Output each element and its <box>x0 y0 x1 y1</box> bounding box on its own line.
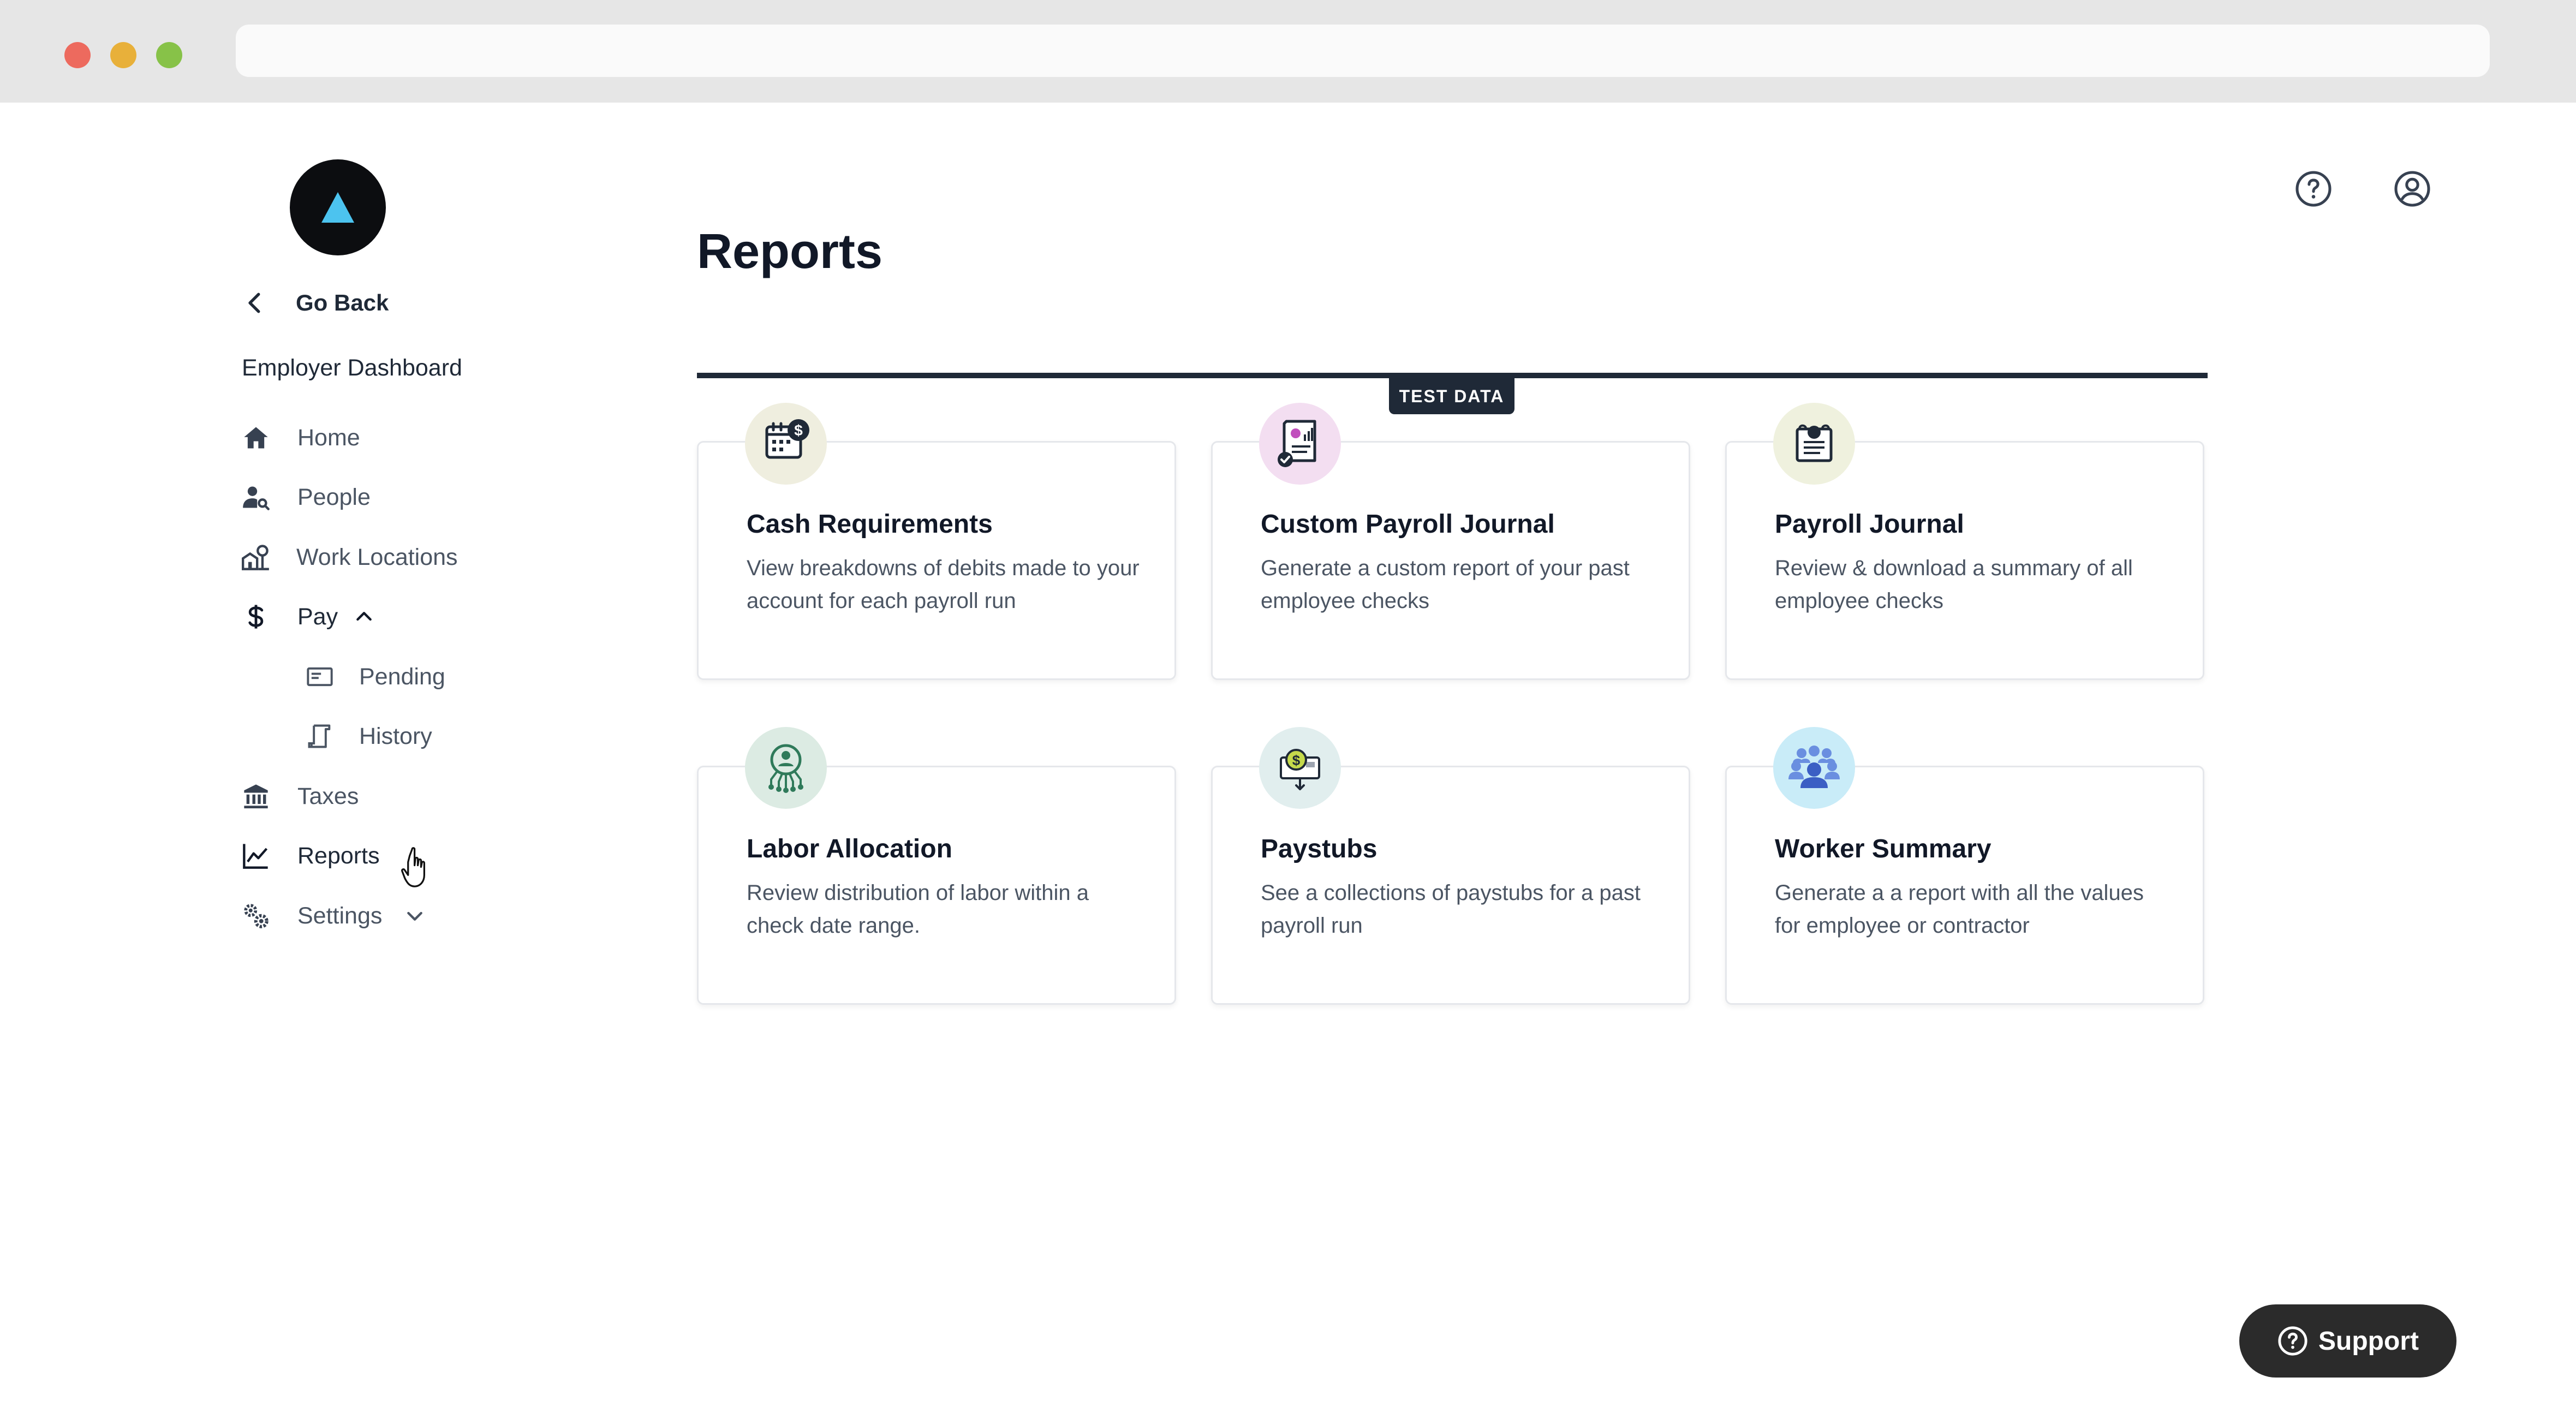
chevron-down-icon[interactable] <box>404 905 426 927</box>
company-logo[interactable] <box>290 159 386 255</box>
card-description: Review & download a summary of all emplo… <box>1775 556 2133 613</box>
sidebar-item-label: Work Locations <box>296 544 458 570</box>
address-bar[interactable] <box>236 25 2490 77</box>
bank-icon <box>244 784 268 809</box>
sidebar-item-label: Reports <box>297 842 380 869</box>
sidebar-item-label: Home <box>297 424 360 451</box>
pending-icon <box>307 667 333 687</box>
hand-cursor-icon <box>401 847 425 887</box>
sidebar-item-reports[interactable]: Reports <box>242 837 380 875</box>
chevron-left-icon <box>248 293 260 313</box>
test-data-divider <box>697 373 2208 378</box>
help-circle-icon <box>2278 1326 2307 1356</box>
card-icon-badge: $ <box>745 403 827 485</box>
sidebar-item-home[interactable]: Home <box>242 419 360 457</box>
svg-text:$: $ <box>794 422 803 439</box>
sidebar-item-taxes[interactable]: Taxes <box>242 777 359 815</box>
group-icon <box>1788 746 1840 788</box>
calendar-dollar-icon: $ <box>765 419 809 459</box>
report-check-icon <box>1278 420 1316 467</box>
section-title: Employer Dashboard <box>242 355 462 381</box>
dollar-icon <box>248 605 264 629</box>
maximize-window-button[interactable] <box>156 42 182 68</box>
card-title: Labor Allocation <box>747 834 952 863</box>
network-person-icon <box>768 744 803 793</box>
card-description: Review distribution of labor within a ch… <box>747 881 1089 938</box>
browser-chrome <box>0 0 2576 103</box>
card-title: Payroll Journal <box>1775 510 1964 539</box>
card-title: Worker Summary <box>1775 834 1991 863</box>
test-data-badge: TEST DATA <box>1389 378 1514 414</box>
triangle-logo-icon <box>321 192 354 223</box>
chart-line-icon <box>243 844 268 869</box>
go-back-label: Go Back <box>296 290 389 315</box>
people-icon <box>243 486 270 510</box>
paystub-icon: $ <box>1280 749 1320 790</box>
history-icon <box>308 724 331 748</box>
close-window-button[interactable] <box>64 42 91 68</box>
card-icon-badge <box>1259 403 1341 485</box>
sidebar-item-label: History <box>359 723 432 749</box>
go-back-link[interactable]: Go Back <box>240 284 389 322</box>
sidebar-item-label: Settings <box>297 902 383 929</box>
sidebar-item-label: People <box>297 484 371 510</box>
journal-icon <box>1796 424 1833 462</box>
chevron-up-icon[interactable] <box>353 606 375 628</box>
support-label: Support <box>2318 1326 2419 1356</box>
home-icon <box>244 427 268 449</box>
sidebar-item-people[interactable]: People <box>242 478 371 516</box>
card-description: Generate a custom report of your past em… <box>1261 556 1630 613</box>
sidebar-item-settings[interactable]: Settings <box>242 897 426 935</box>
card-description: View breakdowns of debits made to your a… <box>747 556 1140 613</box>
sidebar-item-pending[interactable]: Pending <box>306 658 445 696</box>
card-title: Paystubs <box>1261 834 1378 863</box>
card-description: Generate a a report with all the values … <box>1775 881 2144 938</box>
card-description: See a collections of paystubs for a past… <box>1261 881 1641 938</box>
sidebar-item-history[interactable]: History <box>306 717 432 755</box>
card-icon-badge <box>1773 727 1855 809</box>
sidebar-item-pay[interactable]: Pay <box>242 598 375 636</box>
help-icon[interactable] <box>2294 169 2333 208</box>
card-icon-badge <box>745 727 827 809</box>
minimize-window-button[interactable] <box>110 42 136 68</box>
card-title: Custom Payroll Journal <box>1261 510 1555 539</box>
work-locations-icon <box>242 545 269 570</box>
user-account-icon[interactable] <box>2393 169 2432 208</box>
settings-gears-icon <box>244 904 269 928</box>
support-button[interactable]: Support <box>2239 1304 2456 1378</box>
card-icon-badge: $ <box>1259 727 1341 809</box>
sidebar-item-label: Taxes <box>297 783 359 809</box>
sidebar-item-label: Pending <box>359 663 445 690</box>
page-title: Reports <box>697 224 883 279</box>
card-icon-badge <box>1773 403 1855 485</box>
sidebar-item-label: Pay <box>297 603 338 630</box>
sidebar-item-work-locations[interactable]: Work Locations <box>242 538 458 576</box>
svg-text:$: $ <box>1292 752 1301 768</box>
card-title: Cash Requirements <box>747 510 993 539</box>
